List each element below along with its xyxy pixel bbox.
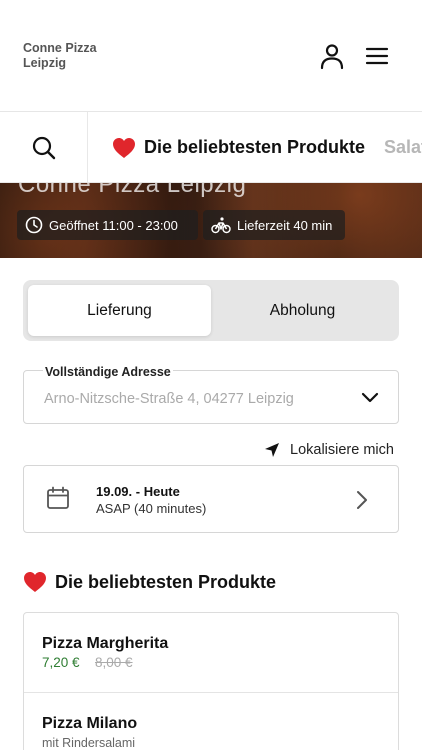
delivery-time-selector[interactable]: 19.09. - Heute ASAP (40 minutes) (23, 465, 399, 533)
product-price: 7,20 € (42, 655, 80, 670)
category-tab-popular[interactable]: Die beliebtesten Produkte (112, 112, 366, 182)
category-tab-label: Salat (384, 137, 422, 157)
product-name: Pizza Milano (42, 715, 138, 732)
chevron-right-icon (357, 491, 367, 509)
category-tab-salat[interactable]: Salat (384, 112, 422, 182)
pickup-option[interactable]: Abholung (211, 285, 394, 336)
section-title-popular: Die beliebtesten Produkte (23, 571, 276, 593)
order-mode-toggle: Lieferung Abholung (23, 280, 399, 341)
delivery-option[interactable]: Lieferung (28, 285, 211, 336)
category-tab-label: Die beliebtesten Produkte (144, 137, 366, 157)
opening-hours-text: Geöffnet 11:00 - 23:00 (49, 217, 178, 233)
opening-hours-badge: Geöffnet 11:00 - 23:00 (17, 210, 198, 240)
calendar-icon (47, 486, 69, 509)
category-bar: Die beliebtesten Produkte Salat (0, 112, 422, 183)
user-icon[interactable] (318, 42, 346, 70)
heart-icon (24, 572, 46, 592)
delivery-date: 19.09. - Heute (96, 484, 180, 499)
hamburger-menu-icon[interactable] (364, 44, 390, 68)
bicycle-icon (211, 217, 231, 234)
clock-icon (25, 216, 43, 234)
locate-me-label: Lokalisiere mich (290, 442, 394, 458)
delivery-time-badge: Lieferzeit 40 min (203, 210, 345, 240)
delivery-time: ASAP (40 minutes) (96, 501, 207, 516)
product-item[interactable]: Pizza Margherita 7,20 € 8,00 € (24, 613, 398, 693)
product-name: Pizza Margherita (42, 635, 169, 652)
delivery-time-text: Lieferzeit 40 min (237, 217, 333, 233)
locate-me-button[interactable]: Lokalisiere mich (264, 440, 394, 460)
location-arrow-icon (265, 443, 279, 457)
section-title-text: Die beliebtesten Produkte (55, 571, 277, 592)
search-icon[interactable] (31, 135, 57, 161)
product-description: mit Rindersalami (42, 736, 136, 750)
product-old-price: 8,00 € (95, 655, 133, 670)
address-label: Vollständige Adresse (43, 365, 173, 379)
app-header: Conne Pizza Leipzig (0, 0, 422, 112)
product-list: Pizza Margherita 7,20 € 8,00 € Pizza Mil… (23, 612, 399, 750)
category-search-button[interactable] (0, 112, 88, 182)
address-input[interactable] (44, 391, 344, 407)
brand-name[interactable]: Conne Pizza Leipzig (23, 41, 143, 71)
heart-icon (113, 137, 135, 158)
product-item[interactable]: Pizza Milano mit Rindersalami (24, 694, 398, 750)
chevron-down-icon[interactable] (360, 391, 380, 405)
